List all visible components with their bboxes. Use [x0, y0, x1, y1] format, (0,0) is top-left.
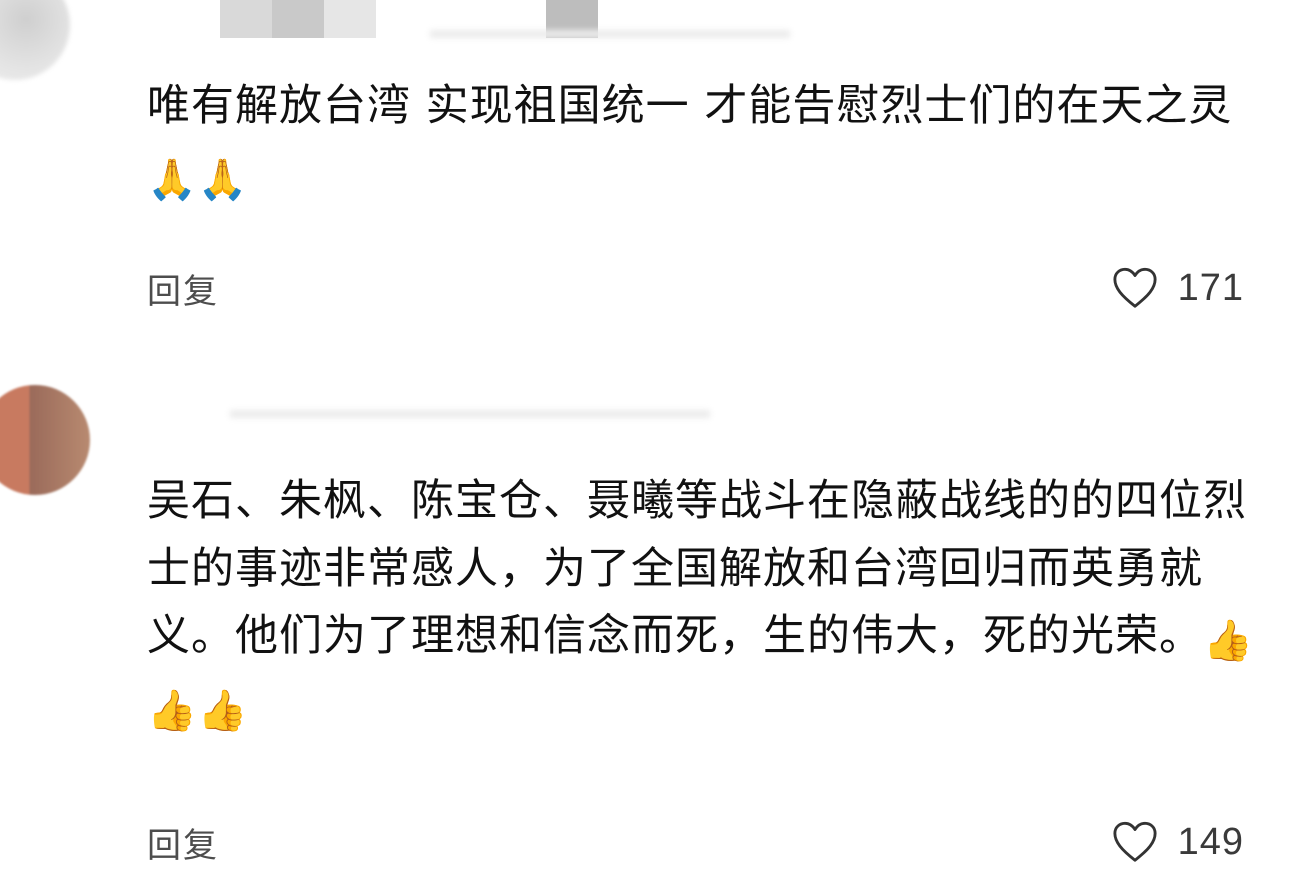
thumbs-up-emoji-icon: 👍 — [197, 687, 249, 734]
comment-body: 吴石、朱枫、陈宝仓、聂曦等战斗在隐蔽战线的的四位烈士的事迹非常感人，为了全国解放… — [147, 476, 1247, 661]
redacted-meta — [430, 30, 790, 38]
heart-icon[interactable] — [1112, 266, 1158, 310]
thumbs-up-emoji-icon: 👍 — [1203, 618, 1254, 664]
avatar[interactable] — [0, 0, 70, 80]
avatar[interactable] — [0, 385, 90, 495]
pray-emoji-icon: 🙏 — [147, 156, 198, 203]
comment-card: 吴石、朱枫、陈宝仓、聂曦等战斗在隐蔽战线的的四位烈士的事迹非常感人，为了全国解放… — [0, 380, 1290, 884]
like-count: 171 — [1177, 266, 1244, 309]
comment-body: 唯有解放台湾 实现祖国统一 才能告慰烈士们的在天之灵 — [147, 81, 1233, 131]
reply-button[interactable]: 回复 — [147, 264, 219, 313]
thumbs-up-emoji-icon: 👍 — [147, 687, 198, 734]
redacted-username — [230, 410, 710, 418]
pray-emoji-icon: 🙏 — [197, 156, 249, 203]
comment-text: 吴石、朱枫、陈宝仓、聂曦等战斗在隐蔽战线的的四位烈士的事迹非常感人，为了全国解放… — [147, 468, 1257, 743]
heart-icon[interactable] — [1112, 820, 1158, 864]
like-button[interactable]: 149 — [1112, 820, 1244, 864]
like-button[interactable]: 171 — [1112, 266, 1244, 310]
comment-text: 唯有解放台湾 实现祖国统一 才能告慰烈士们的在天之灵 🙏🙏 — [147, 72, 1247, 212]
comment-card: 唯有解放台湾 实现祖国统一 才能告慰烈士们的在天之灵 🙏🙏 回复 171 — [0, 0, 1290, 380]
like-count: 149 — [1177, 820, 1244, 863]
reply-button[interactable]: 回复 — [147, 818, 219, 867]
